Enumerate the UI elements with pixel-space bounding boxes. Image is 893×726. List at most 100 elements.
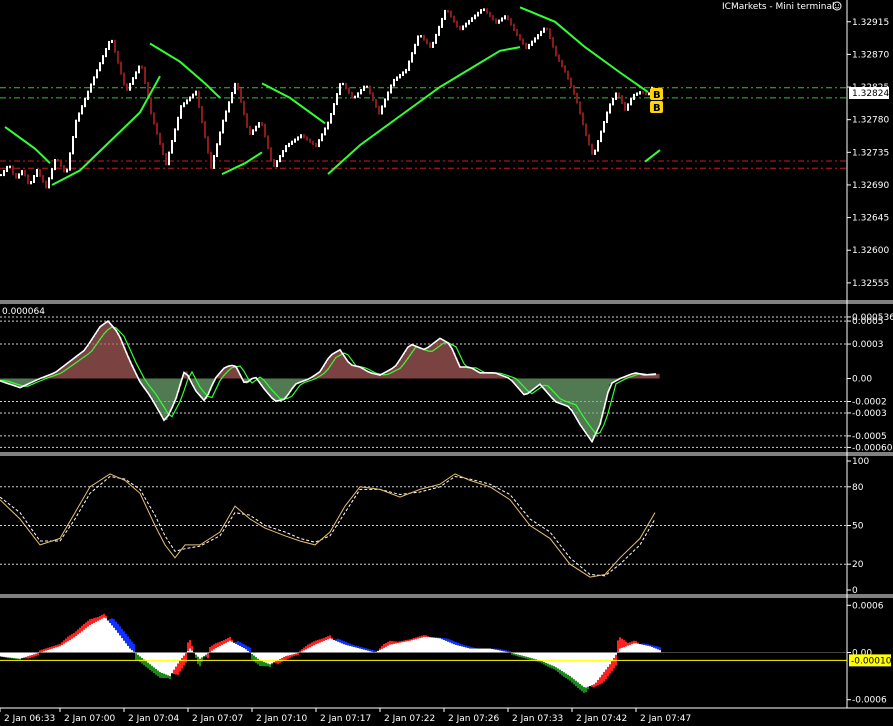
up-brick [234, 82, 236, 95]
up-brick [480, 9, 482, 14]
time-tick-label: 2 Jan 07:26 [448, 714, 500, 724]
up-brick [600, 130, 602, 143]
down-brick [513, 23, 515, 32]
up-brick [219, 131, 221, 146]
up-brick [330, 113, 332, 124]
up-brick [276, 160, 278, 168]
up-brick [606, 111, 608, 124]
down-brick [204, 121, 206, 139]
up-brick [399, 73, 401, 79]
up-brick [405, 68, 407, 74]
up-brick [609, 103, 611, 114]
down-brick [273, 158, 275, 168]
down-brick [117, 50, 119, 64]
up-brick [189, 96, 191, 102]
up-brick [342, 82, 344, 86]
stochastic-axis-tick-label: 100 [852, 457, 869, 467]
up-brick [87, 90, 89, 100]
chart-window[interactable]: ICMarkets - Mini terminal 1.32915 1.32870… [0, 0, 893, 726]
up-brick [396, 76, 398, 81]
stochastic-signal-line [0, 475, 656, 577]
down-brick [549, 28, 551, 40]
down-brick [261, 122, 263, 126]
up-brick [318, 139, 320, 148]
down-brick [585, 123, 587, 137]
up-brick [291, 140, 293, 145]
down-brick [267, 135, 269, 150]
up-brick [180, 105, 182, 119]
up-brick [30, 180, 32, 185]
stochastic-axis-tick-label: 80 [852, 483, 864, 493]
price-axis-tick-label: 1.32600 [852, 246, 889, 256]
up-brick [132, 77, 134, 85]
histogram-axis-tick-label: -0.0005 [852, 432, 887, 442]
down-brick [561, 59, 563, 68]
down-brick [426, 38, 428, 45]
up-brick [531, 40, 533, 46]
histogram-value-label: 0.000064 [2, 307, 45, 317]
down-brick [198, 90, 200, 108]
up-brick [504, 15, 506, 20]
up-brick [84, 97, 86, 108]
up-brick [414, 43, 416, 55]
time-tick-label: 2 Jan 07:07 [192, 714, 243, 724]
up-brick [213, 155, 215, 169]
badge-label: B [653, 90, 661, 101]
histogram-axis-tick-label: -0.0003 [852, 409, 887, 419]
up-brick [528, 43, 530, 50]
up-brick [435, 33, 437, 44]
down-brick [525, 42, 527, 50]
up-brick [408, 60, 410, 71]
up-brick [627, 103, 629, 111]
down-brick [552, 36, 554, 48]
down-brick [303, 134, 305, 139]
up-brick [357, 92, 359, 98]
buy-badge[interactable]: B [650, 101, 663, 114]
composite-axis-tick-label: 0.0006 [852, 601, 884, 611]
price-axis-tick-label: 1.32780 [852, 116, 889, 126]
histogram-pane[interactable]: 0.0005360.00050.00030.00-0.0002-0.0003-0… [0, 313, 893, 453]
down-brick [201, 105, 203, 124]
up-brick [603, 121, 605, 133]
up-brick [183, 102, 185, 108]
up-brick [630, 97, 632, 106]
moving-average-segment [221, 151, 263, 176]
price-pane[interactable]: 1.329151.328701.328251.327801.327351.326… [0, 6, 889, 289]
stochastic-pane[interactable]: 100 80 50 20 0 [0, 457, 869, 596]
up-brick [3, 169, 5, 177]
histogram-axis-tick-label: 0.0005 [852, 317, 884, 327]
down-brick [447, 9, 449, 13]
up-brick [540, 30, 542, 37]
stochastic-axis-tick-label: 20 [852, 560, 864, 570]
composite-pane[interactable]: 0.00060.00-0.0006-0.00010 [0, 601, 892, 706]
up-brick [108, 40, 110, 51]
composite-signal-label: -0.00010 [851, 656, 892, 666]
down-brick [63, 165, 65, 173]
down-brick [243, 100, 245, 116]
up-brick [279, 155, 281, 163]
up-brick [363, 85, 365, 92]
down-brick [489, 11, 491, 18]
down-brick [15, 172, 17, 179]
up-brick [294, 138, 296, 143]
down-brick [45, 180, 47, 189]
down-brick [39, 168, 41, 177]
down-brick [510, 18, 512, 26]
up-brick [432, 41, 434, 48]
up-brick [438, 25, 440, 36]
up-brick [468, 19, 470, 25]
down-brick [126, 83, 128, 91]
moving-average-segment [644, 149, 661, 163]
up-brick [483, 8, 485, 12]
up-brick [324, 127, 326, 136]
buy-badge[interactable]: B [650, 88, 663, 101]
up-brick [633, 93, 635, 100]
down-brick [423, 35, 425, 41]
up-brick [69, 152, 71, 171]
time-tick-label: 2 Jan 07:47 [640, 714, 691, 724]
histogram-axis-tick-label: -0.0002 [852, 397, 887, 407]
up-brick [0, 174, 2, 177]
chart-canvas[interactable]: ICMarkets - Mini terminal 1.32915 1.32870… [0, 0, 893, 726]
up-brick [231, 92, 233, 104]
down-brick [141, 65, 143, 69]
